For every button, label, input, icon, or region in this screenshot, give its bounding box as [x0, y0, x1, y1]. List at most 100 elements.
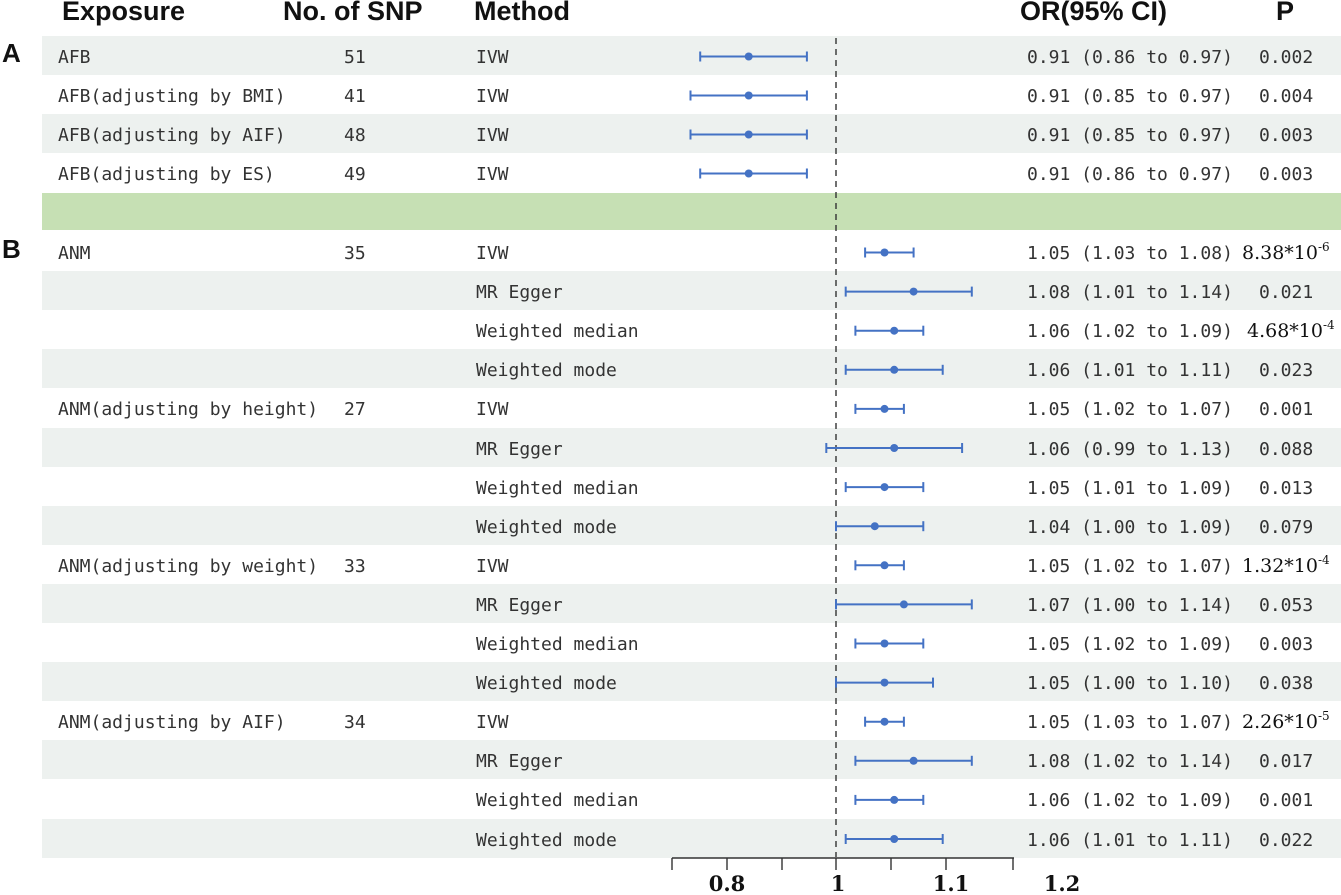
method-cell: Weighted mode: [476, 673, 617, 695]
or-ci-cell: 1.04 (1.00 to 1.09): [1027, 516, 1233, 538]
or-ci-cell: 0.91 (0.85 to 0.97): [1027, 125, 1233, 146]
p-value-mantissa: 4.68*10: [1247, 320, 1323, 343]
table-row: MR Egger 1.08 (1.01 to 1.14) 0.021: [42, 271, 1341, 311]
exposure-cell: ANM(adjusting by AIF): [58, 712, 286, 734]
snp-count-cell: 48: [344, 125, 366, 146]
snp-count-cell: 49: [344, 164, 366, 185]
p-value-exponent: -4: [1322, 318, 1335, 333]
or-ci-cell: 1.06 (1.01 to 1.11): [1027, 829, 1233, 851]
header-odds-ratio: OR(95% CI): [1020, 0, 1168, 26]
p-value-cell: 0.023: [1259, 360, 1314, 382]
table-row: AFB 51 IVW 0.91 (0.86 to 0.97) 0.002: [42, 36, 1341, 75]
or-ci-cell: 1.05 (1.00 to 1.10): [1027, 673, 1233, 695]
p-value-cell: 0.017: [1259, 751, 1314, 773]
method-cell: IVW: [476, 86, 509, 107]
p-value-cell: 0.013: [1259, 477, 1314, 499]
p-value-mantissa: 2.26*10: [1242, 711, 1318, 734]
table-row: Weighted median 1.06 (1.02 to 1.09) 0.001: [42, 779, 1341, 818]
method-cell: MR Egger: [476, 438, 563, 460]
or-ci-cell: 0.91 (0.86 to 0.97): [1027, 47, 1233, 68]
table-row: MR Egger 1.08 (1.02 to 1.14) 0.017: [42, 740, 1341, 780]
exposure-cell: ANM(adjusting by height): [58, 399, 319, 421]
p-value-cell: 0.001: [1259, 399, 1314, 421]
header-exposure: Exposure: [62, 0, 186, 26]
table-row: AFB(adjusting by ES) 49 IVW 0.91 (0.86 to 0…: [42, 153, 1341, 192]
p-value-cell: 0.021: [1259, 282, 1314, 304]
table-row: ANM(adjusting by AIF) 34 IVW 1.05 (1.03 to …: [42, 701, 1341, 740]
method-cell: Weighted mode: [476, 516, 617, 538]
table-row: AFB(adjusting by AIF) 48 IVW 0.91 (0.85 to …: [42, 114, 1341, 153]
or-ci-cell: 1.05 (1.01 to 1.09): [1027, 477, 1233, 499]
method-cell: Weighted mode: [476, 829, 617, 851]
p-value-cell: 0.003: [1259, 164, 1314, 185]
snp-count-cell: 33: [344, 555, 366, 577]
p-value-cell: 8.38*10-6: [1242, 232, 1330, 271]
or-ci-cell: 1.05 (1.02 to 1.09): [1027, 634, 1233, 655]
method-cell: Weighted mode: [476, 360, 617, 382]
table-row: MR Egger 1.06 (0.99 to 1.13) 0.088: [42, 427, 1341, 467]
table-row: Weighted mode 1.06 (1.01 to 1.11) 0.023: [42, 349, 1341, 389]
method-cell: IVW: [476, 164, 509, 185]
or-ci-cell: 1.06 (1.02 to 1.09): [1027, 321, 1233, 343]
p-value-cell: 0.003: [1259, 125, 1314, 146]
table-row: Weighted mode 1.05 (1.00 to 1.10) 0.038: [42, 662, 1341, 702]
method-cell: IVW: [476, 712, 509, 734]
method-cell: IVW: [476, 399, 509, 421]
p-value-exponent: -5: [1317, 709, 1330, 724]
x-tick-label: 0.8: [709, 871, 746, 895]
or-ci-cell: 1.06 (1.01 to 1.11): [1027, 360, 1233, 382]
snp-count-cell: 35: [344, 243, 366, 264]
x-tick-label: 1: [831, 871, 846, 895]
p-value-cell: 0.002: [1259, 47, 1314, 68]
p-value-cell: 0.038: [1259, 673, 1314, 695]
exposure-cell: AFB(adjusting by AIF): [58, 125, 286, 146]
panel-separator-band: [42, 193, 1341, 230]
panel-label-a: A: [2, 38, 21, 68]
snp-count-cell: 51: [344, 47, 366, 68]
table-row: ANM(adjusting by weight) 33 IVW 1.05 (1.02 …: [42, 545, 1341, 584]
or-ci-cell: 1.06 (1.02 to 1.09): [1027, 790, 1233, 812]
snp-count-cell: 41: [344, 86, 366, 107]
or-ci-cell: 1.06 (0.99 to 1.13): [1027, 438, 1233, 460]
x-tick-label: 1.1: [933, 871, 970, 895]
p-value-cell: 0.088: [1259, 438, 1314, 460]
p-value-cell: 0.004: [1259, 86, 1314, 107]
method-cell: Weighted median: [476, 790, 639, 812]
method-cell: MR Egger: [476, 594, 563, 616]
or-ci-cell: 1.08 (1.02 to 1.14): [1027, 751, 1233, 773]
p-value-cell: 4.68*10-4: [1247, 310, 1335, 349]
method-cell: IVW: [476, 47, 509, 68]
table-row: Weighted median 1.05 (1.01 to 1.09) 0.013: [42, 467, 1341, 506]
method-cell: IVW: [476, 243, 509, 264]
method-cell: MR Egger: [476, 751, 563, 773]
snp-count-cell: 34: [344, 712, 366, 734]
header-p-value: P: [1276, 0, 1295, 26]
p-value-cell: 2.26*10-5: [1242, 701, 1330, 740]
p-value-exponent: -6: [1317, 240, 1330, 254]
p-value-cell: 0.079: [1259, 516, 1314, 538]
table-row: AFB(adjusting by BMI) 41 IVW 0.91 (0.85 to …: [42, 75, 1341, 114]
exposure-cell: AFB(adjusting by ES): [58, 164, 275, 185]
forest-plot-figure: { "headers": { "exposure": "Exposure", "…: [0, 0, 1341, 895]
or-ci-cell: 1.07 (1.00 to 1.14): [1027, 594, 1233, 616]
panel-label-b: B: [2, 234, 21, 264]
x-tick-label: 1.2: [1044, 871, 1081, 895]
table-row: Weighted median 1.06 (1.02 to 1.09) 4.68*1…: [42, 310, 1341, 349]
header-method: Method: [474, 0, 570, 26]
header-number-of-snp: No. of SNP: [283, 0, 423, 26]
table-row: Weighted mode 1.04 (1.00 to 1.09) 0.079: [42, 505, 1341, 545]
or-ci-cell: 1.05 (1.03 to 1.07): [1027, 712, 1233, 734]
snp-count-cell: 27: [344, 399, 366, 421]
p-value-cell: 0.003: [1259, 634, 1314, 655]
or-ci-cell: 1.05 (1.02 to 1.07): [1027, 399, 1233, 421]
exposure-cell: ANM(adjusting by weight): [58, 555, 319, 577]
p-value-cell: 0.053: [1259, 594, 1314, 616]
method-cell: MR Egger: [476, 282, 563, 304]
or-ci-cell: 1.08 (1.01 to 1.14): [1027, 282, 1233, 304]
method-cell: IVW: [476, 125, 509, 146]
or-ci-cell: 1.05 (1.03 to 1.08): [1027, 243, 1233, 264]
p-value-mantissa: 8.38*10: [1242, 242, 1318, 264]
table-row: Weighted mode 1.06 (1.01 to 1.11) 0.022: [42, 818, 1341, 858]
p-value-cell: 0.022: [1259, 829, 1314, 851]
table-row: MR Egger 1.07 (1.00 to 1.14) 0.053: [42, 583, 1341, 623]
